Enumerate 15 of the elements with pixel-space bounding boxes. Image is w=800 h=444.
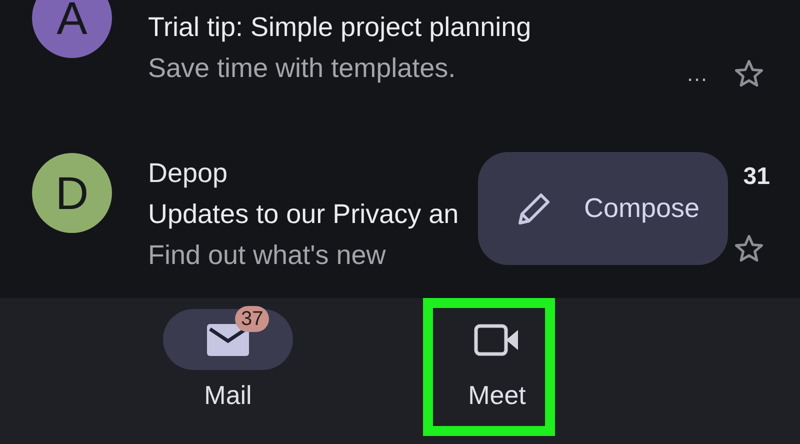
email-snippet: Save time with templates. [148,52,456,85]
nav-label[interactable]: Meet [468,380,526,411]
compose-button[interactable]: Compose [478,152,728,265]
email-subject: Trial tip: Simple project planning [148,11,532,44]
sender-name: Depop [148,157,228,190]
nav-label[interactable]: Mail [204,380,252,411]
avatar: D [32,153,112,233]
nav-pill[interactable]: 37 [163,309,293,370]
video-camera-icon [474,322,520,356]
email-time: 31 [743,163,770,191]
email-subject: Updates to our Privacy an [148,198,459,231]
email-label: … [686,61,708,87]
count-badge: 37 [235,306,270,332]
avatar: A [32,0,112,58]
email-snippet: Find out what's new [148,239,386,272]
